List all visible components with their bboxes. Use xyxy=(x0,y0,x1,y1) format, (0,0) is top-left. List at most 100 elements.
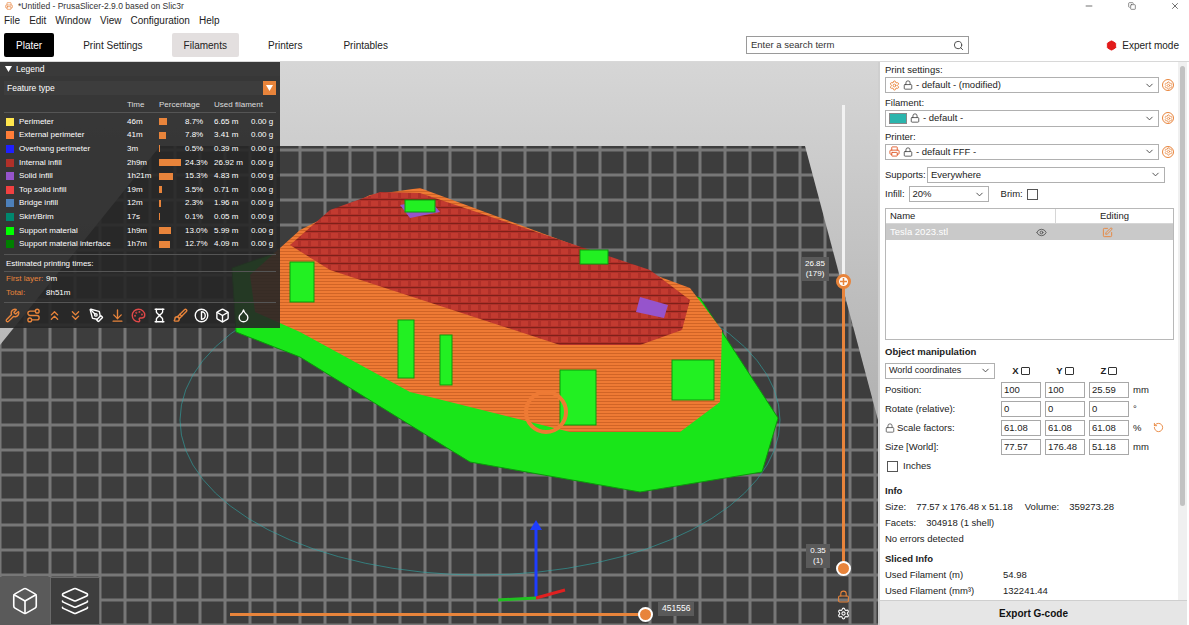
minimize-icon[interactable] xyxy=(1084,1,1094,11)
tab[interactable]: Printables xyxy=(331,33,399,57)
mode-icon xyxy=(1106,40,1117,51)
combo-box[interactable]: - default FFF - xyxy=(885,144,1159,160)
value-field[interactable]: 0 xyxy=(1001,401,1041,417)
tab[interactable]: Printers xyxy=(256,33,314,57)
legend-row[interactable]: Support material1h9m13.0%5.99 m0.00 g xyxy=(0,224,280,238)
legend-option-icon[interactable] xyxy=(194,308,209,323)
value-field[interactable]: 100 xyxy=(1001,382,1041,398)
combo-box[interactable]: - default - (modified) xyxy=(885,77,1159,93)
combo-box[interactable]: - default - xyxy=(885,110,1159,126)
model-emblem xyxy=(526,392,566,432)
layer-bottom-thumb[interactable] xyxy=(836,561,851,576)
object-row[interactable]: Tesla 2023.stl xyxy=(886,224,1173,240)
legend-option-icon[interactable] xyxy=(5,308,20,323)
restore-icon[interactable] xyxy=(1128,2,1136,10)
x-axis-icon xyxy=(536,590,565,598)
legend-option-icon[interactable] xyxy=(26,308,41,323)
percentage-bar xyxy=(159,241,170,248)
legend-option-icon[interactable] xyxy=(89,308,104,323)
combo-box[interactable]: Everywhere xyxy=(927,167,1165,183)
legend-row[interactable]: Bridge infill12m2.3%1.96 m0.00 g xyxy=(0,197,280,211)
manipulation-row: Size [World]:77.57176.4851.18mm xyxy=(885,438,1174,455)
reset-scale-icon[interactable] xyxy=(1153,422,1164,433)
tab[interactable]: Print Settings xyxy=(71,33,154,57)
tab[interactable]: Plater xyxy=(4,33,54,57)
scrollbar-thumb[interactable] xyxy=(1180,66,1185,506)
search-field[interactable]: Enter a search term xyxy=(746,36,969,54)
legend-option-icon[interactable] xyxy=(173,308,188,323)
search-icon xyxy=(953,40,964,51)
checkbox[interactable] xyxy=(887,461,898,472)
settings-icon[interactable] xyxy=(837,607,850,620)
legend-toolbar xyxy=(0,308,280,324)
menu-item[interactable]: Help xyxy=(199,16,220,26)
view-type-dropdown[interactable]: Feature type xyxy=(4,81,276,95)
preset-group: Filament:- default - xyxy=(885,95,1174,126)
lock-icon[interactable] xyxy=(837,590,850,603)
edit-icon[interactable] xyxy=(1102,227,1113,238)
legend-option-icon[interactable] xyxy=(131,308,146,323)
combo-box[interactable]: 20% xyxy=(909,186,989,202)
checkbox[interactable] xyxy=(1027,189,1038,200)
object-list: NameEditingTesla 2023.stl xyxy=(885,208,1174,340)
layer-slider-range xyxy=(842,281,845,568)
visibility-icon[interactable] xyxy=(1036,227,1047,238)
value-field[interactable]: 61.08 xyxy=(1045,420,1085,436)
chevron-icon xyxy=(1150,169,1161,180)
legend-header[interactable]: Legend xyxy=(0,62,280,76)
layer-top-thumb[interactable] xyxy=(836,274,851,289)
sidebar-scrollbar[interactable] xyxy=(1178,62,1187,600)
lock-icon[interactable] xyxy=(885,423,895,433)
legend-option-icon[interactable] xyxy=(47,308,62,323)
mode-label[interactable]: Expert mode xyxy=(1122,38,1179,53)
legend-option-icon[interactable] xyxy=(236,308,251,323)
value-field[interactable]: 0 xyxy=(1089,401,1129,417)
menu-item[interactable]: Configuration xyxy=(130,16,189,26)
tab[interactable]: Filaments xyxy=(172,33,239,57)
value-field[interactable]: 100 xyxy=(1045,382,1085,398)
preset-settings-button[interactable] xyxy=(1162,79,1174,91)
view-button[interactable] xyxy=(0,577,50,625)
legend-row[interactable]: Skirt/Brim17s0.1%0.05 m0.00 g xyxy=(0,210,280,224)
model-top-infill xyxy=(290,192,690,345)
value-field[interactable]: 61.08 xyxy=(1089,420,1129,436)
plus-icon xyxy=(840,278,847,285)
legend-row[interactable]: External perimeter41m7.8%3.41 m0.00 g xyxy=(0,129,280,143)
section-title: Info xyxy=(885,484,1174,497)
value-field[interactable]: 176.48 xyxy=(1045,439,1085,455)
legend-row[interactable]: Overhang perimeter3m0.5%0.39 m0.00 g xyxy=(0,142,280,156)
value-field[interactable]: 77.57 xyxy=(1001,439,1041,455)
legend-row[interactable]: Top solid infill19m3.5%0.71 m0.00 g xyxy=(0,183,280,197)
preset-settings-button[interactable] xyxy=(1162,112,1174,124)
legend-option-icon[interactable] xyxy=(215,308,230,323)
legend-row[interactable]: Solid infill1h21m15.3%4.83 m0.00 g xyxy=(0,169,280,183)
legend-row[interactable]: Support material interface1h7m12.7%4.09 … xyxy=(0,237,280,251)
legend-option-icon[interactable] xyxy=(152,308,167,323)
value-field[interactable]: 0 xyxy=(1045,401,1085,417)
menu-item[interactable]: View xyxy=(100,16,122,26)
lock-icon xyxy=(910,113,920,123)
move-slider-thumb[interactable] xyxy=(638,607,653,622)
color-swatch xyxy=(6,159,14,167)
color-swatch xyxy=(6,213,14,221)
manipulation-row: Position:10010025.59mm xyxy=(885,381,1174,398)
menu-item[interactable]: Edit xyxy=(29,16,46,26)
value-field[interactable]: 51.18 xyxy=(1089,439,1129,455)
value-field[interactable]: 25.59 xyxy=(1089,382,1129,398)
preset-settings-button[interactable] xyxy=(1162,146,1174,158)
percentage-bar xyxy=(159,159,181,166)
legend-option-icon[interactable] xyxy=(68,308,83,323)
view-button[interactable] xyxy=(50,577,100,625)
legend-row[interactable]: Perimeter46m8.7%6.65 m0.00 g xyxy=(0,115,280,129)
menu-bar: File Edit Window View Configuration Help xyxy=(0,12,1189,29)
close-icon[interactable] xyxy=(1170,1,1180,11)
export-gcode-button[interactable]: Export G-code xyxy=(880,600,1187,625)
viewport[interactable]: LegendFeature typeTimePercentageUsed fil… xyxy=(0,62,878,625)
value-field[interactable]: 61.08 xyxy=(1001,420,1041,436)
legend-row[interactable]: Internal infill2h9m24.3%26.92 m0.00 g xyxy=(0,156,280,170)
menu-item[interactable]: Window xyxy=(55,16,91,26)
legend-option-icon[interactable] xyxy=(110,308,125,323)
combo-box[interactable]: World coordinates xyxy=(885,363,995,379)
menu-item[interactable]: File xyxy=(4,16,20,26)
preset-label: Printer: xyxy=(885,131,1174,143)
